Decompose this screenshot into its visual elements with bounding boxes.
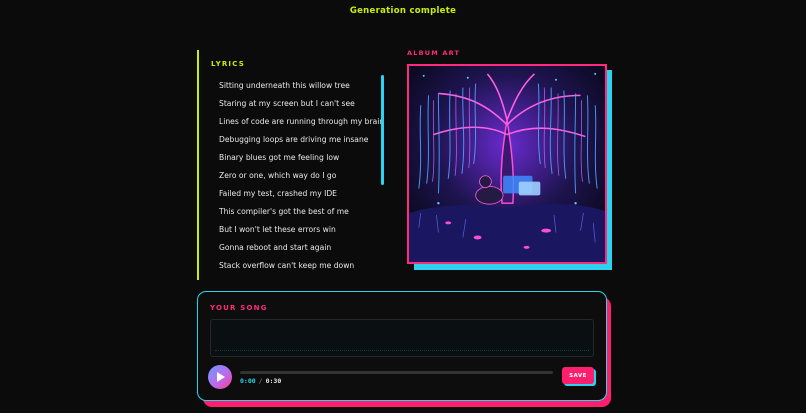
time-display: 0:00/0:30 xyxy=(240,377,281,385)
lyric-line: Failed my test, crashed my IDE xyxy=(219,189,337,198)
lyrics-heading: LYRICS xyxy=(211,60,245,68)
generation-status: Generation complete xyxy=(349,6,457,16)
play-button[interactable] xyxy=(208,365,232,389)
lyrics-panel: LYRICS Sitting underneath this willow tr… xyxy=(197,50,387,280)
lyric-line: Stack overflow can't keep me down xyxy=(219,261,355,270)
lyric-line: Sitting underneath this willow tree xyxy=(219,81,350,90)
song-panel: YOUR SONG 0:00/0:30 SAVE xyxy=(197,291,607,401)
save-button[interactable]: SAVE xyxy=(562,367,594,384)
audio-waveform[interactable] xyxy=(210,319,594,357)
duration: 0:30 xyxy=(265,377,282,385)
lyric-line: Binary blues got me feeling low xyxy=(219,153,340,162)
song-heading: YOUR SONG xyxy=(210,304,268,312)
song-generator-page: Generation complete LYRICS Sitting under… xyxy=(0,0,806,413)
lyric-line: Lines of code are running through my bra… xyxy=(219,117,385,126)
album-art-image xyxy=(407,64,607,264)
play-icon xyxy=(217,372,225,382)
lyrics-scrollbar[interactable] xyxy=(381,75,384,185)
lyric-line: Debugging loops are driving me insane xyxy=(219,135,369,144)
progress-bar[interactable] xyxy=(240,371,553,374)
time-separator: / xyxy=(258,377,263,385)
lyrics-list: Sitting underneath this willow tree Stari… xyxy=(219,80,385,278)
lyric-line: This compiler's got the best of me xyxy=(219,207,349,216)
willow-tree-illustration xyxy=(409,66,605,262)
lyric-line: But I won't let these errors win xyxy=(219,225,336,234)
album-art-label: ALBUM ART xyxy=(407,49,461,57)
lyric-line: Staring at my screen but I can't see xyxy=(219,99,355,108)
lyric-line: Zero or one, which way do I go xyxy=(219,171,337,180)
lyric-line: Gonna reboot and start again xyxy=(219,243,332,252)
current-time: 0:00 xyxy=(240,377,256,385)
